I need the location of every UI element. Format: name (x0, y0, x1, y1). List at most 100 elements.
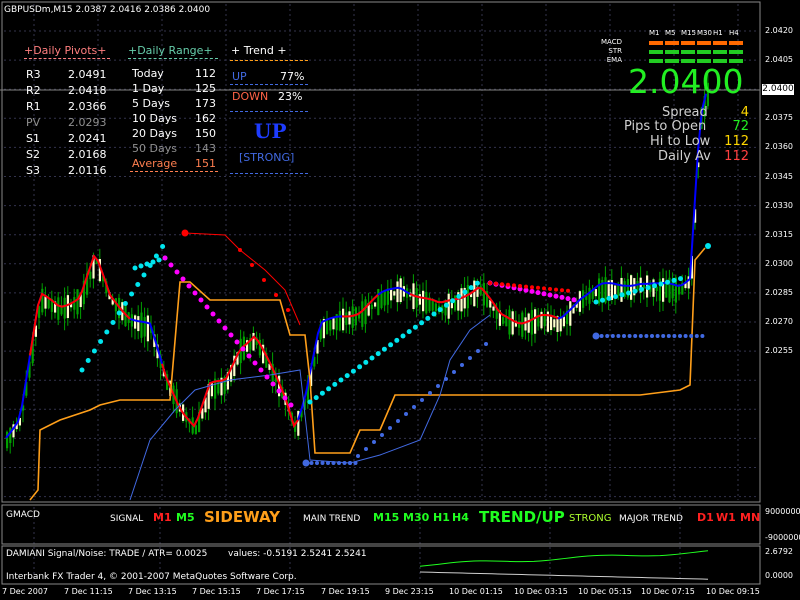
candle-body (252, 332, 255, 351)
support-dot (302, 459, 310, 467)
time-axis-label: 7 Dec 13:15 (128, 587, 177, 596)
spread-value: 4 (740, 105, 749, 120)
gmacd-signal-state: SIDEWAY (204, 508, 280, 526)
candle-body (521, 312, 524, 337)
support-dot (420, 398, 424, 402)
candle-body (364, 299, 367, 325)
sar-dot (639, 286, 644, 292)
candle-body (425, 291, 428, 314)
resistance-dot (524, 284, 528, 289)
range-header-underline (128, 58, 218, 59)
pivot-label: S1 (26, 132, 40, 145)
sar-dot (547, 292, 553, 298)
support-dot (622, 334, 626, 338)
time-axis-label: 7 Dec 11:15 (64, 587, 113, 596)
resistance-dot (530, 285, 534, 290)
price-scale-label: 2.0285 (765, 287, 793, 297)
candle-body (460, 288, 463, 312)
support-dot (331, 461, 336, 465)
trend-down-underline (230, 111, 308, 112)
time-axis-label: 7 Dec 19:15 (321, 587, 370, 596)
candle-body (47, 299, 50, 309)
tf-header: H4 (729, 29, 739, 37)
sar-dot (468, 285, 474, 291)
support-dot (428, 391, 432, 395)
tf-signal-bar (665, 41, 679, 45)
pivot-label: PV (26, 116, 41, 129)
sar-dot (160, 244, 166, 249)
pivot-label: R3 (26, 68, 41, 81)
sar-dot (381, 346, 387, 352)
ema-line-up (5, 93, 707, 439)
sar-dot (412, 324, 418, 330)
candle-body (569, 301, 572, 326)
sar-dot (437, 307, 443, 313)
sar-dot (216, 318, 222, 324)
sar-dot (198, 297, 204, 303)
sar-dot (252, 360, 258, 366)
sar-dot (600, 297, 605, 303)
candle-body (466, 284, 469, 309)
candle-body (562, 316, 565, 327)
trend-header-underline (230, 60, 308, 61)
tf-header: M15 (681, 29, 696, 37)
candle-body (415, 288, 418, 308)
tf-signal-bar (681, 50, 695, 54)
pivot-value: 2.0491 (68, 68, 107, 81)
tf-signal-bar (713, 41, 727, 45)
gmacd-major-mn: MN (740, 511, 761, 524)
sar-dot (541, 291, 547, 297)
tf-signal-bar (713, 50, 727, 54)
resistance-dot (536, 285, 540, 290)
range-average-underline (130, 171, 218, 172)
trend-header: + Trend + (231, 44, 287, 57)
price-scale-label: 2.0330 (765, 200, 793, 210)
trend-up-underline (230, 84, 308, 85)
time-axis-label: 7 Dec 17:15 (256, 587, 305, 596)
candle-body (422, 290, 425, 312)
sar-dot (456, 293, 462, 299)
support-dot (599, 334, 604, 338)
price-scale-label: 2.0345 (765, 171, 793, 181)
copyright-footer: Interbank FX Trader 4, © 2001-2007 MetaQ… (6, 572, 297, 582)
range-value: 150 (195, 127, 216, 140)
tf-header: H1 (713, 29, 723, 37)
sar-dot (450, 298, 456, 304)
tf-header: M30 (697, 29, 712, 37)
candle-body (511, 311, 514, 335)
tf-signal-bar (697, 50, 711, 54)
damiani-scale-bottom: 0.0000 (765, 571, 793, 580)
sar-dot (431, 311, 437, 317)
tf-header: M1 (649, 29, 660, 37)
sar-dot (91, 348, 97, 354)
resistance-dot (286, 308, 290, 312)
candle-body (482, 282, 485, 306)
daily-av-value: 112 (724, 149, 749, 164)
candle-body (140, 312, 143, 338)
sar-dot (307, 399, 313, 405)
candle-body (418, 294, 421, 305)
tf-signal-bar (665, 50, 679, 54)
time-axis-label: 7 Dec 15:15 (192, 587, 241, 596)
resistance-dot (500, 282, 504, 287)
price-scale-label: 2.0375 (765, 113, 793, 123)
sar-dot (357, 364, 363, 370)
candle-body (508, 309, 511, 335)
candle-body (63, 297, 66, 319)
sar-dot (144, 261, 150, 267)
pivot-value: 2.0241 (68, 132, 107, 145)
resistance-dot (494, 281, 498, 286)
candle-body (543, 315, 546, 327)
support-dot (444, 377, 448, 381)
candle-body (396, 281, 399, 303)
candle-body (473, 280, 476, 307)
symbol-line: GBPUSDm,M15 2.0387 2.0416 2.0386 2.0400 (4, 5, 211, 15)
sar-dot (559, 294, 565, 300)
price-scale-label: 2.0315 (765, 229, 793, 239)
candle-body (137, 316, 140, 332)
candle-body (383, 290, 386, 306)
range-label: 50 Days (132, 142, 177, 155)
sar-dot (132, 265, 138, 271)
candle-body (553, 319, 556, 328)
support-dot (353, 461, 358, 465)
